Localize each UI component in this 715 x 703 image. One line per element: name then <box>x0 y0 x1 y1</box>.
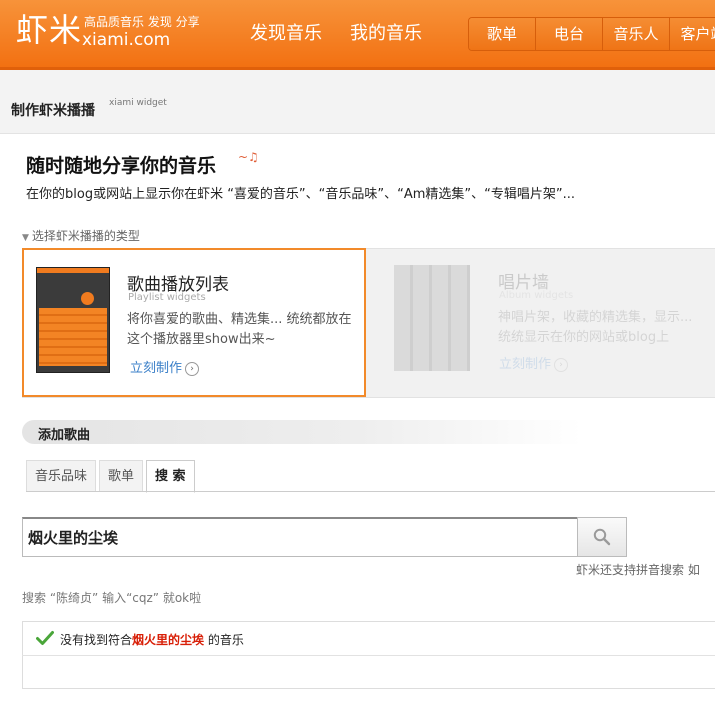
main-nav: 发现音乐 我的音乐 <box>250 22 422 46</box>
make-now-link[interactable]: 立刻制作 › <box>130 357 200 376</box>
tab-music-taste[interactable]: 音乐品味 <box>26 460 97 492</box>
nav-radio[interactable]: 电台 <box>536 18 603 50</box>
add-songs-title: 添加歌曲 <box>38 428 91 443</box>
site-tagline: 高品质音乐 发现 分享 <box>84 15 200 29</box>
song-search-input[interactable] <box>22 517 578 557</box>
make-now-link-text: 立刻制作 <box>499 357 552 372</box>
type-selector-text: 选择虾米播播的类型 <box>31 229 140 243</box>
add-songs-header <box>22 420 582 444</box>
music-note-icon: ~♫ <box>238 150 259 164</box>
search-icon <box>593 528 611 546</box>
nav-musicians[interactable]: 音乐人 <box>603 18 670 50</box>
thumbnail-track-list <box>39 308 107 366</box>
playlist-widget-thumbnail <box>36 267 110 373</box>
thumbnail-top-bar <box>37 268 109 273</box>
tab-search[interactable]: 搜 索 <box>146 460 195 493</box>
search-result-message: 没有找到符合烟火里的尘埃 的音乐 <box>60 631 244 648</box>
card-description: 神唱片架，收藏的精选集，显示... 统统显示在你的网站或blog上 <box>498 310 693 345</box>
page-subtitle: xiami widget <box>109 98 167 108</box>
result-prefix: 没有找到符合 <box>60 633 133 647</box>
card-description: 将你喜爱的歌曲、精选集... 统统都放在这个播放器里show出来~ <box>127 312 352 347</box>
make-now-link-text: 立刻制作 <box>130 361 183 376</box>
site-header: 虾米 高品质音乐 发现 分享 xiami.com 发现音乐 我的音乐 歌单 电台… <box>0 0 715 70</box>
result-keyword: 烟火里的尘埃 <box>132 633 205 647</box>
page-title-bar <box>0 70 715 134</box>
album-wall-thumbnail <box>394 265 470 371</box>
intro-description: 在你的blog或网站上显示你在虾米 “喜爱的音乐”、“音乐品味”、“Am精选集”… <box>26 187 576 202</box>
nav-playlists[interactable]: 歌单 <box>469 18 536 50</box>
nav-my-music[interactable]: 我的音乐 <box>350 22 422 46</box>
result-divider <box>22 655 715 656</box>
make-now-link[interactable]: 立刻制作 › <box>499 353 569 372</box>
caret-down-icon: ▼ <box>22 233 29 243</box>
nav-discover-music[interactable]: 发现音乐 <box>250 22 322 46</box>
sub-nav: 歌单 电台 音乐人 客户端 <box>468 17 715 51</box>
site-logo[interactable]: 虾米 <box>16 12 82 48</box>
page-title: 制作虾米播播 <box>11 103 95 119</box>
search-button[interactable] <box>577 517 627 557</box>
pinyin-search-tip: 虾米还支持拼音搜索 如 <box>576 563 700 577</box>
card-subtitle: Playlist widgets <box>128 292 206 303</box>
site-url[interactable]: xiami.com <box>82 30 170 50</box>
search-hint: 搜索 “陈绮贞” 输入“cqz” 就ok啦 <box>22 591 202 605</box>
chevron-right-icon: › <box>185 362 200 376</box>
type-selector-label[interactable]: ▼ 选择虾米播播的类型 <box>22 227 140 244</box>
nav-client[interactable]: 客户端 <box>670 18 715 50</box>
play-icon <box>81 292 94 305</box>
widget-card-album-wall[interactable]: 唱片墙 Album widgets 神唱片架，收藏的精选集，显示... 统统显示… <box>366 248 715 398</box>
card-subtitle: Album widgets <box>499 290 574 301</box>
check-icon <box>36 631 54 645</box>
song-source-tabs: 音乐品味 歌单 搜 索 <box>26 460 198 493</box>
tab-playlists[interactable]: 歌单 <box>99 460 144 492</box>
result-suffix: 的音乐 <box>204 633 244 647</box>
intro-title: 随时随地分享你的音乐 <box>26 155 217 177</box>
widget-card-playlist[interactable]: 歌曲播放列表 Playlist widgets 将你喜爱的歌曲、精选集... 统… <box>22 248 366 397</box>
chevron-right-icon: › <box>554 358 569 372</box>
tab-divider <box>26 491 715 492</box>
